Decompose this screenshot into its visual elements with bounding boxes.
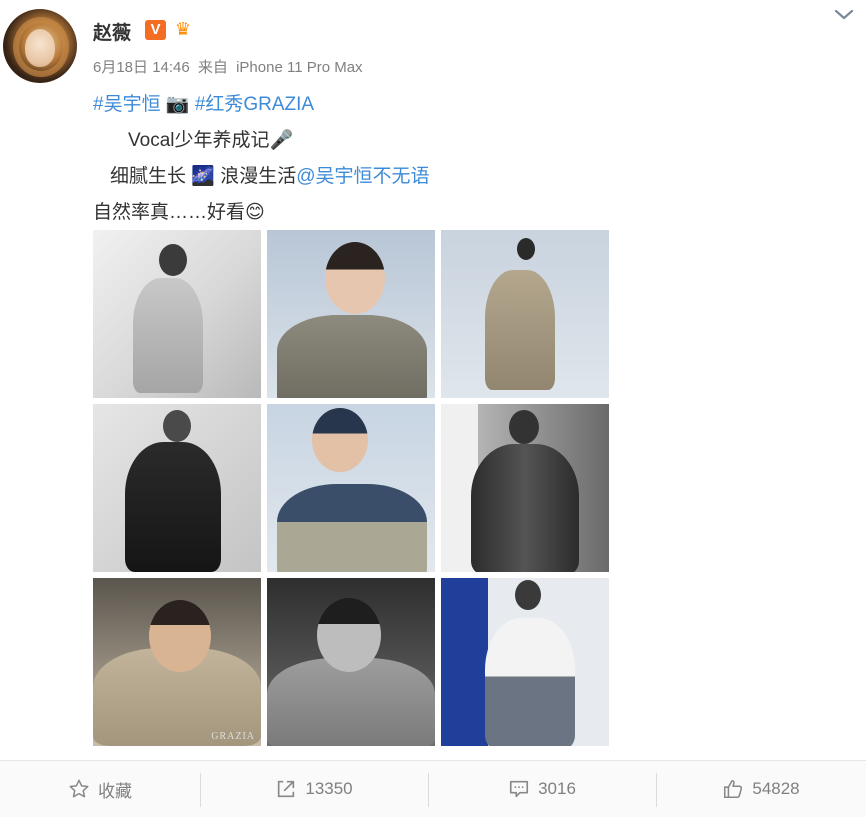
post-content: #吴宇恒 📷 #红秀GRAZIA Vocal少年养成记🎤 细腻生长 🌌 浪漫生活…: [93, 86, 430, 230]
photo-7[interactable]: GRAZIA: [93, 578, 261, 746]
content-line-1: #吴宇恒 📷 #红秀GRAZIA: [93, 86, 430, 122]
hashtag-grazia[interactable]: #红秀GRAZIA: [195, 94, 314, 115]
thumbs-up-icon: [724, 779, 743, 799]
photo-9[interactable]: [441, 578, 609, 746]
photo-head: [312, 408, 368, 472]
photo-figure: [277, 315, 427, 398]
content-text-vocal: Vocal少年养成记: [128, 130, 270, 151]
photo-figure: [485, 618, 575, 746]
repost-count: 13350: [305, 779, 353, 798]
photo-head: [159, 244, 187, 276]
photo-figure: [125, 442, 221, 572]
photo-4[interactable]: [93, 404, 261, 572]
post-meta: 6月18日 14:46 来自 iPhone 11 Pro Max: [93, 56, 367, 77]
photo-watermark: GRAZIA: [211, 731, 255, 742]
photo-head: [149, 600, 211, 672]
photo-5[interactable]: [267, 404, 435, 572]
content-text-life: 浪漫生活: [220, 166, 297, 187]
repost-button[interactable]: 13350: [200, 761, 428, 817]
photo-figure: [471, 444, 579, 572]
content-text-natural: 自然率真……好看: [93, 202, 246, 223]
photo-head: [515, 580, 541, 610]
action-bar: 收藏 13350 3016 54828: [0, 760, 866, 817]
microphone-emoji-icon: 🎤: [269, 129, 294, 151]
smile-emoji-icon: 😊: [245, 201, 265, 223]
avatar-face: [25, 29, 55, 67]
source-prefix: 来自: [197, 59, 228, 76]
content-text-grow: 细腻生长: [110, 166, 187, 187]
comment-count: 3016: [538, 779, 576, 798]
photo-figure: [277, 484, 427, 572]
photo-grid: GRAZIA: [93, 230, 609, 746]
comment-icon: [510, 780, 529, 798]
post-date[interactable]: 6月18日 14:46: [93, 59, 190, 76]
camera-emoji-icon: 📷: [165, 93, 190, 115]
mention-wuyuheng[interactable]: @吴宇恒不无语: [296, 166, 429, 187]
repost-icon: [278, 780, 295, 798]
crown-icon: ♛: [174, 19, 192, 39]
content-line-2: Vocal少年养成记🎤: [93, 122, 430, 158]
star-icon: [69, 779, 89, 798]
like-button[interactable]: 54828: [656, 761, 866, 817]
photo-2[interactable]: [267, 230, 435, 398]
like-count: 54828: [752, 779, 800, 798]
photo-3[interactable]: [441, 230, 609, 398]
chevron-down-icon[interactable]: [833, 6, 855, 24]
favorite-button[interactable]: 收藏: [0, 761, 200, 817]
photo-head: [509, 410, 539, 444]
milky-way-emoji-icon: 🌌: [191, 165, 215, 187]
content-line-4: 自然率真……好看😊: [93, 194, 430, 230]
photo-figure: [133, 278, 203, 393]
photo-8[interactable]: [267, 578, 435, 746]
photo-1[interactable]: [93, 230, 261, 398]
photo-6[interactable]: [441, 404, 609, 572]
favorite-label: 收藏: [98, 781, 132, 801]
verified-badge-icon: V: [145, 20, 166, 40]
content-line-3: 细腻生长 🌌 浪漫生活@吴宇恒不无语: [93, 158, 430, 194]
hashtag-wuyuheng[interactable]: #吴宇恒: [93, 94, 161, 115]
comment-button[interactable]: 3016: [428, 761, 656, 817]
photo-figure: [485, 270, 555, 390]
photo-head: [317, 598, 381, 672]
photo-head: [325, 242, 385, 314]
photo-head: [163, 410, 191, 442]
username[interactable]: 赵薇: [93, 18, 131, 45]
source-device[interactable]: iPhone 11 Pro Max: [236, 59, 362, 76]
avatar[interactable]: [3, 9, 77, 83]
photo-head: [517, 238, 535, 260]
